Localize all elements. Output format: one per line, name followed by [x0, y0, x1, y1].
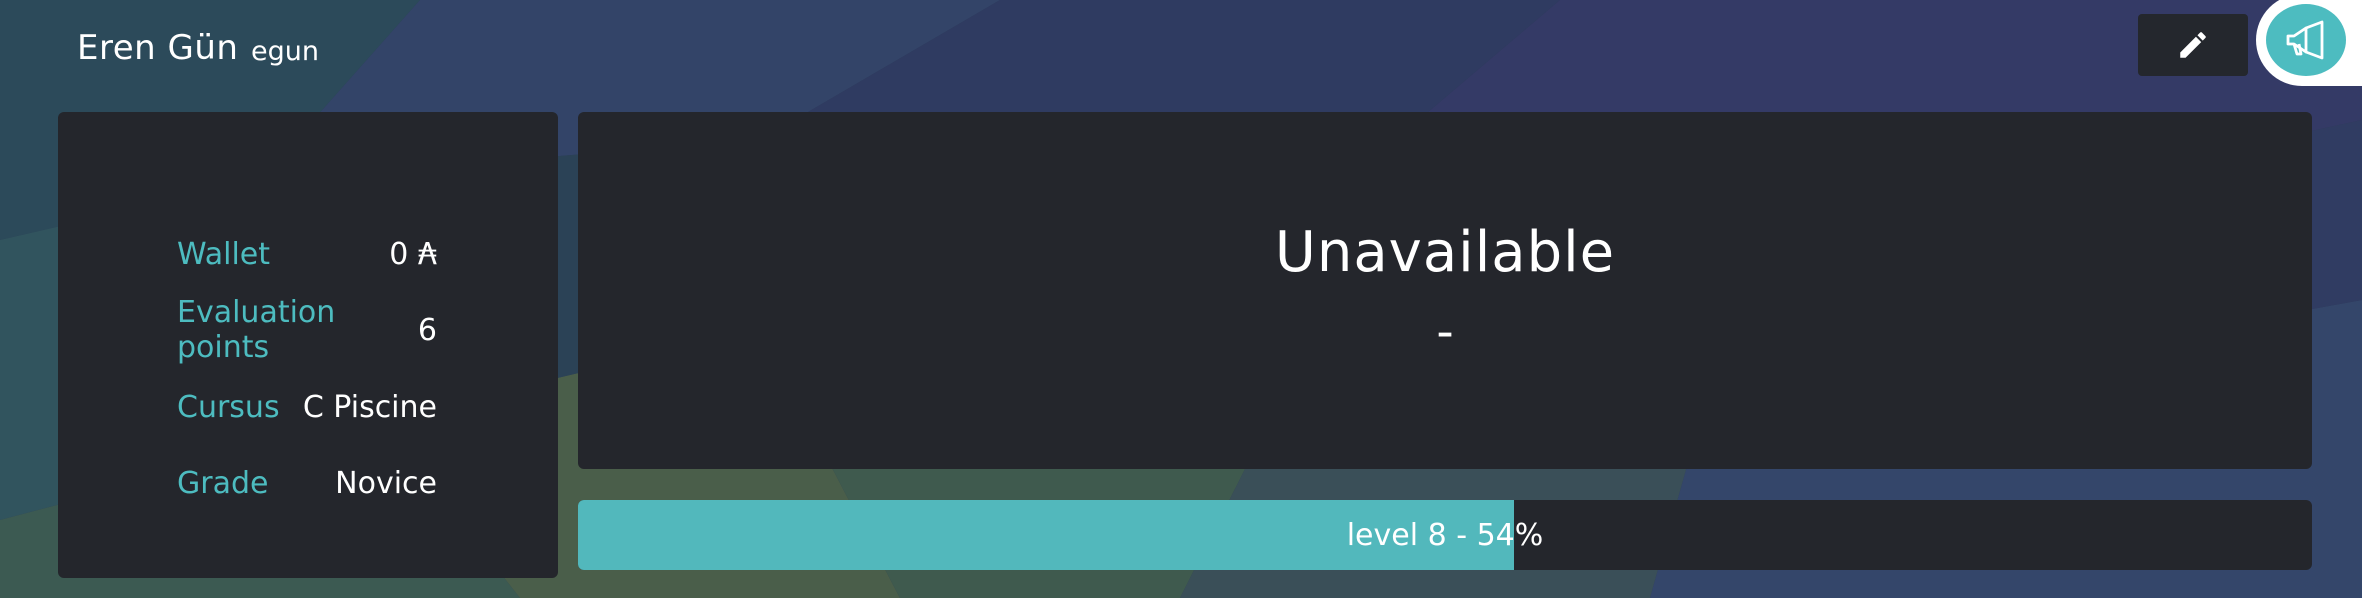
evaluation-points-value: 6: [417, 312, 437, 348]
grade-row: Grade Novice: [177, 461, 437, 505]
location-status-panel: Unavailable -: [578, 112, 2312, 469]
level-text: level 8 - 54%: [1346, 517, 1544, 553]
evaluation-points-label: Evaluation points: [177, 295, 336, 365]
cursus-label: Cursus: [177, 389, 280, 425]
status-subtitle: -: [1436, 304, 1454, 360]
announcements-button[interactable]: [2266, 4, 2346, 76]
profile-header: Eren Gün egun Wallet 0 ₳ Evaluation poin…: [0, 0, 2362, 598]
status-title: Unavailable: [1274, 220, 1616, 285]
grade-label: Grade: [177, 465, 269, 501]
wallet-value: 0 ₳: [389, 236, 437, 272]
megaphone-icon: [2286, 20, 2324, 60]
wallet-label: Wallet: [177, 236, 271, 272]
user-display-name: Eren Gün: [77, 28, 239, 68]
pencil-icon: [2180, 32, 2206, 58]
cursus-row: Cursus C Piscine: [177, 385, 437, 429]
cursus-value[interactable]: C Piscine: [303, 390, 437, 425]
grade-value: Novice: [335, 465, 437, 501]
edit-profile-button[interactable]: [2138, 14, 2248, 76]
user-login: egun: [251, 36, 319, 67]
evaluation-points-row: Evaluation points 6: [177, 295, 437, 365]
user-info-panel: Wallet 0 ₳ Evaluation points 6 Cursus C …: [58, 112, 558, 578]
level-progress-bar: level 8 - 54%: [578, 500, 2312, 570]
wallet-row: Wallet 0 ₳: [177, 232, 437, 276]
